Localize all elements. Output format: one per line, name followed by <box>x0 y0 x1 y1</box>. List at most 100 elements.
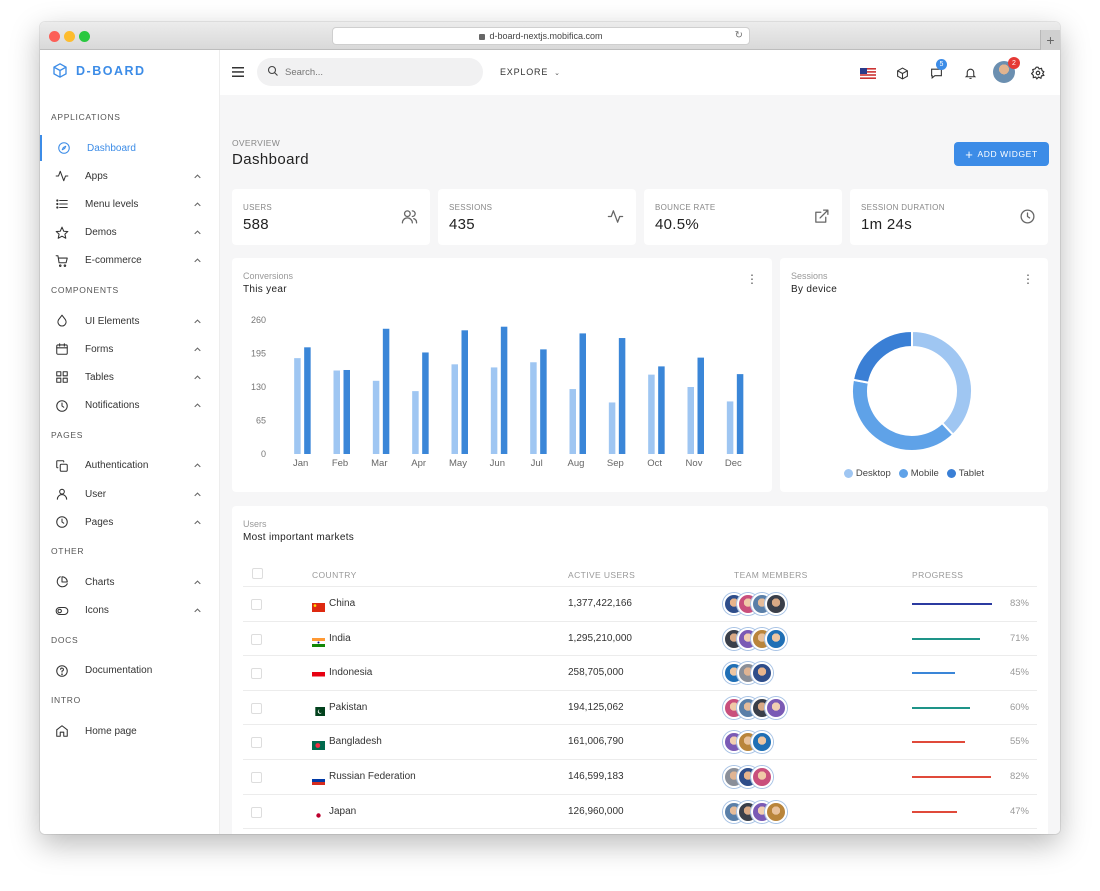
x-tick-label: May <box>449 458 467 469</box>
sidebar-item-label: UI Elements <box>85 315 140 327</box>
new-tab-button[interactable]: + <box>1040 30 1060 50</box>
bar-series-1 <box>451 364 458 454</box>
team-members <box>723 798 787 826</box>
logo[interactable]: D-BOARD <box>52 62 146 79</box>
minimize-window-button[interactable] <box>64 31 75 42</box>
team-members <box>723 625 787 653</box>
team-member-avatar[interactable] <box>765 696 787 719</box>
bar-series-1 <box>412 391 419 454</box>
chevron-up-icon <box>194 461 201 470</box>
calendar-icon <box>55 342 69 356</box>
select-all-checkbox[interactable] <box>252 568 263 579</box>
row-checkbox[interactable] <box>251 633 262 645</box>
sidebar-item-icons[interactable]: Icons <box>40 598 219 624</box>
us-flag-icon[interactable] <box>860 65 876 81</box>
box-icon[interactable] <box>894 65 910 81</box>
table-row[interactable]: Pakistan 194,125,062 60% <box>243 689 1037 725</box>
sidebar-item-user[interactable]: User <box>40 481 219 507</box>
compass-icon <box>57 141 71 155</box>
sidebar-item-apps[interactable]: Apps <box>40 163 219 189</box>
reload-icon[interactable]: ↻ <box>735 30 743 41</box>
explore-menu[interactable]: EXPLORE ⌄ <box>500 67 561 77</box>
row-checkbox[interactable] <box>251 599 262 610</box>
row-checkbox[interactable] <box>251 737 262 749</box>
section-title: INTRO <box>51 695 81 705</box>
messages-icon[interactable]: 5 <box>928 59 947 81</box>
flag-bd-icon <box>312 737 325 751</box>
table-row[interactable]: Russian Federation 146,599,183 82% <box>243 759 1037 794</box>
chevron-up-icon <box>194 228 201 237</box>
team-member-avatar[interactable] <box>751 731 773 754</box>
sidebar-item-ui-elements[interactable]: UI Elements <box>40 308 219 334</box>
team-members-column-header[interactable]: TEAM MEMBERS <box>734 570 808 580</box>
y-tick-label: 195 <box>251 349 266 359</box>
chevron-up-icon <box>194 200 201 209</box>
close-window-button[interactable] <box>49 31 60 42</box>
sidebar-item-e-commerce[interactable]: E-commerce <box>40 248 219 274</box>
sidebar-item-dashboard[interactable]: Dashboard <box>40 135 219 161</box>
bell-icon[interactable] <box>962 65 978 81</box>
maximize-window-button[interactable] <box>79 31 90 42</box>
bar-series-1 <box>687 387 694 454</box>
team-member-avatar[interactable] <box>765 800 787 823</box>
team-member-avatar[interactable] <box>765 627 787 650</box>
stat-card-session-duration: SESSION DURATION 1m 24s <box>850 189 1048 245</box>
stat-label: SESSION DURATION <box>861 203 945 212</box>
sidebar-item-pages[interactable]: Pages <box>40 509 219 535</box>
sidebar-item-label: E-commerce <box>85 255 142 267</box>
sidebar-item-menu-levels[interactable]: Menu levels <box>40 191 219 217</box>
sidebar-item-tables[interactable]: Tables <box>40 364 219 390</box>
sidebar-item-charts[interactable]: Charts <box>40 569 219 595</box>
row-checkbox[interactable] <box>251 772 262 783</box>
team-member-avatar[interactable] <box>751 662 773 685</box>
activity-icon <box>607 208 624 230</box>
menu-icon[interactable] <box>232 67 244 77</box>
sidebar-item-documentation[interactable]: Documentation <box>40 658 219 684</box>
x-tick-label: Feb <box>332 458 348 469</box>
row-checkbox[interactable] <box>251 702 262 714</box>
sidebar-item-label: Demos <box>85 227 117 239</box>
progress-column-header[interactable]: PROGRESS <box>912 570 963 580</box>
chevron-up-icon <box>194 256 201 265</box>
flag-jp-icon <box>312 807 325 820</box>
plus-icon: + <box>965 146 974 162</box>
settings-gear-icon[interactable] <box>1030 65 1046 81</box>
stat-value: 1m 24s <box>861 216 912 233</box>
table-row[interactable]: India 1,295,210,000 71% <box>243 620 1037 656</box>
address-bar[interactable]: d-board-nextjs.mobifica.com ↻ <box>332 27 750 45</box>
active-users-column-header[interactable]: ACTIVE USERS <box>568 570 635 580</box>
table-row[interactable]: Philippines103,279,80070% <box>243 828 1037 834</box>
table-row[interactable]: Bangladesh 161,006,790 55% <box>243 724 1037 759</box>
progress-percent: 47% <box>1009 805 1029 817</box>
row-checkbox[interactable] <box>251 668 262 680</box>
table-row[interactable]: China 1,377,422,166 83% <box>243 586 1037 621</box>
legend-label: Tablet <box>958 468 985 479</box>
active-users-value: 126,960,000 <box>568 805 624 817</box>
sidebar-item-demos[interactable]: Demos <box>40 220 219 246</box>
progress-percent: 45% <box>1009 667 1029 679</box>
sidebar-item-authentication[interactable]: Authentication <box>40 453 219 479</box>
messages-badge: 5 <box>936 59 947 70</box>
explore-label: EXPLORE <box>500 67 549 77</box>
active-users-value: 1,295,210,000 <box>568 632 632 644</box>
country-column-header[interactable]: COUNTRY <box>312 570 357 580</box>
country-name: Bangladesh <box>329 736 382 748</box>
sessions-donut-chart <box>851 329 973 452</box>
row-checkbox[interactable] <box>251 806 262 818</box>
table-row[interactable]: Indonesia 258,705,000 45% <box>243 655 1037 690</box>
add-widget-label: ADD WIDGET <box>977 149 1038 159</box>
page-title: Dashboard <box>232 151 309 168</box>
team-member-avatar[interactable] <box>765 593 787 615</box>
team-member-avatar[interactable] <box>751 766 773 788</box>
bar-series-1 <box>726 401 734 454</box>
chart-legend: Desktop Mobile Tablet <box>780 468 1048 479</box>
search-input[interactable] <box>285 64 465 80</box>
sidebar-item-notifications[interactable]: Notifications <box>40 393 219 419</box>
sidebar-item-home-page[interactable]: Home page <box>40 718 219 744</box>
table-row[interactable]: Japan 126,960,000 47% <box>243 793 1037 829</box>
sidebar-item-forms[interactable]: Forms <box>40 336 219 362</box>
add-widget-button[interactable]: + ADD WIDGET <box>954 142 1049 166</box>
sidebar-item-label: Apps <box>85 170 108 182</box>
x-tick-label: Dec <box>725 458 742 469</box>
progress-bar <box>912 603 992 605</box>
